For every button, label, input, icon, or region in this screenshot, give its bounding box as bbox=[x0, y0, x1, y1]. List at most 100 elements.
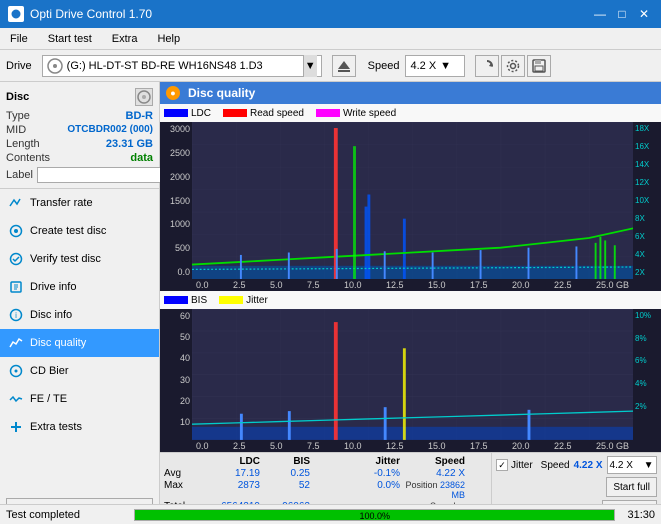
max-bis: 52 bbox=[260, 480, 310, 500]
sidebar-item-fe-te[interactable]: FE / TE bbox=[0, 385, 159, 413]
bottom-chart-svg bbox=[192, 309, 633, 440]
avg-bis: 0.25 bbox=[260, 468, 310, 479]
menu-help[interactable]: Help bbox=[151, 31, 186, 47]
main-content: Disc Type BD-R MID OTCBDR002 (000) Lengt… bbox=[0, 82, 661, 524]
legend-jitter: Jitter bbox=[219, 295, 268, 306]
jitter-speed-row: ✓ Jitter Speed 4.22 X 4.2 X ▼ bbox=[496, 456, 657, 474]
close-button[interactable]: ✕ bbox=[635, 5, 653, 23]
settings-button[interactable] bbox=[501, 55, 525, 77]
top-chart-x-axis: 0.0 2.5 5.0 7.5 10.0 12.5 15.0 17.5 20.0… bbox=[192, 279, 633, 291]
disc-panel: Disc Type BD-R MID OTCBDR002 (000) Lengt… bbox=[0, 82, 159, 189]
sidebar-item-transfer-rate[interactable]: Transfer rate bbox=[0, 189, 159, 217]
top-chart-y-axis-left: 3000 2500 2000 1500 1000 500 0.0 bbox=[160, 122, 192, 279]
bis-header: BIS bbox=[260, 456, 310, 467]
verify-test-disc-label: Verify test disc bbox=[30, 253, 101, 265]
speed-label: Speed bbox=[368, 60, 400, 72]
chart-legend: LDC Read speed Write speed bbox=[160, 104, 661, 122]
extra-tests-label: Extra tests bbox=[30, 421, 82, 433]
status-time: 31:30 bbox=[627, 509, 655, 521]
toolbar-icons bbox=[475, 55, 551, 77]
drive-text: (G:) HL-DT-ST BD-RE WH16NS48 1.D3 bbox=[67, 60, 263, 72]
top-chart-canvas bbox=[192, 122, 633, 279]
bis-legend-label: BIS bbox=[191, 295, 207, 306]
position-val: 23862 MB bbox=[440, 480, 465, 500]
sidebar-item-drive-info[interactable]: Drive info bbox=[0, 273, 159, 301]
transfer-rate-label: Transfer rate bbox=[30, 197, 93, 209]
fe-te-icon bbox=[8, 391, 24, 407]
menu-start-test[interactable]: Start test bbox=[42, 31, 98, 47]
stats-max-row: Max 2873 52 0.0% Position 23862 MB bbox=[164, 480, 487, 500]
drive-select[interactable]: (G:) HL-DT-ST BD-RE WH16NS48 1.D3 ▼ bbox=[42, 55, 322, 77]
jitter-checkbox[interactable]: ✓ bbox=[496, 459, 508, 471]
drive-info-icon bbox=[8, 279, 24, 295]
jitter-header-col: Jitter bbox=[340, 456, 400, 467]
type-label: Type bbox=[6, 110, 30, 122]
jitter-checkbox-group[interactable]: ✓ Jitter bbox=[496, 459, 533, 471]
speed-dropdown[interactable]: 4.2 X ▼ bbox=[607, 456, 657, 474]
position-value: Position 23862 MB bbox=[400, 480, 465, 500]
contents-label: Contents bbox=[6, 152, 50, 164]
menu-file[interactable]: File bbox=[4, 31, 34, 47]
legend-ldc: LDC bbox=[164, 108, 211, 119]
svg-text:i: i bbox=[15, 311, 17, 320]
disc-quality-icon bbox=[8, 335, 24, 351]
top-chart-y-axis-right: 18X 16X 14X 12X 10X 8X 6X 4X 2X bbox=[633, 122, 661, 279]
sidebar-item-verify-test-disc[interactable]: Verify test disc bbox=[0, 245, 159, 273]
legend-bis: BIS bbox=[164, 295, 207, 306]
start-full-button[interactable]: Start full bbox=[606, 477, 657, 497]
sidebar-item-cd-bier[interactable]: CD Bier bbox=[0, 357, 159, 385]
legend-write-speed: Write speed bbox=[316, 108, 396, 119]
speed-value: 4.2 X bbox=[410, 60, 436, 72]
mid-value: OTCBDR002 (000) bbox=[67, 124, 153, 136]
status-text: Test completed bbox=[6, 509, 126, 521]
length-value: 23.31 GB bbox=[106, 138, 153, 150]
create-test-disc-icon bbox=[8, 223, 24, 239]
save-button[interactable] bbox=[527, 55, 551, 77]
top-chart: 3000 2500 2000 1500 1000 500 0.0 bbox=[160, 122, 661, 279]
stats-avg-row: Avg 17.19 0.25 -0.1% 4.22 X bbox=[164, 468, 487, 479]
jitter-legend-label: Jitter bbox=[246, 295, 268, 306]
cd-bier-label: CD Bier bbox=[30, 365, 69, 377]
speed-dropdown-value: 4.2 X bbox=[610, 460, 633, 471]
disc-section-label: Disc bbox=[6, 91, 29, 103]
mid-label: MID bbox=[6, 124, 26, 136]
speed-select[interactable]: 4.2 X ▼ bbox=[405, 55, 465, 77]
disc-info-label: Disc info bbox=[30, 309, 72, 321]
disc-info-icon: i bbox=[8, 307, 24, 323]
cd-bier-icon bbox=[8, 363, 24, 379]
sidebar-item-disc-quality[interactable]: Disc quality bbox=[0, 329, 159, 357]
label-label: Label bbox=[6, 169, 33, 181]
contents-value: data bbox=[130, 152, 153, 164]
disc-icon bbox=[47, 58, 63, 74]
ldc-header: LDC bbox=[202, 456, 260, 467]
bottom-chart-y-axis-right: 10% 8% 6% 4% 2% bbox=[633, 309, 661, 440]
label-input[interactable] bbox=[37, 167, 175, 183]
write-speed-color bbox=[316, 109, 340, 117]
drive-dropdown-arrow[interactable]: ▼ bbox=[303, 55, 317, 77]
title-bar: Opti Drive Control 1.70 — □ ✕ bbox=[0, 0, 661, 28]
progress-percent: 100.0% bbox=[359, 510, 390, 522]
stats-header: LDC BIS Jitter Speed bbox=[164, 456, 487, 467]
bottom-chart-y-axis-left: 60 50 40 30 20 10 bbox=[160, 309, 192, 440]
jitter-checkbox-label: Jitter bbox=[511, 460, 533, 471]
sidebar-item-create-test-disc[interactable]: Create test disc bbox=[0, 217, 159, 245]
legend-read-speed: Read speed bbox=[223, 108, 304, 119]
chart-icon: ● bbox=[166, 86, 180, 100]
sidebar-item-disc-info[interactable]: i Disc info bbox=[0, 301, 159, 329]
sidebar-item-extra-tests[interactable]: Extra tests bbox=[0, 413, 159, 441]
maximize-button[interactable]: □ bbox=[613, 5, 631, 23]
disc-image-icon[interactable] bbox=[135, 88, 153, 106]
drive-bar: Drive (G:) HL-DT-ST BD-RE WH16NS48 1.D3 … bbox=[0, 50, 661, 82]
start-full-row: Start full bbox=[496, 477, 657, 497]
eject-button[interactable] bbox=[332, 55, 356, 77]
app-icon bbox=[8, 6, 24, 22]
minimize-button[interactable]: — bbox=[591, 5, 609, 23]
drive-info-label: Drive info bbox=[30, 281, 76, 293]
avg-label: Avg bbox=[164, 468, 202, 479]
refresh-button[interactable] bbox=[475, 55, 499, 77]
verify-test-disc-icon bbox=[8, 251, 24, 267]
menu-extra[interactable]: Extra bbox=[106, 31, 144, 47]
bottom-chart: 60 50 40 30 20 10 bbox=[160, 309, 661, 440]
length-label: Length bbox=[6, 138, 40, 150]
bis-color bbox=[164, 296, 188, 304]
